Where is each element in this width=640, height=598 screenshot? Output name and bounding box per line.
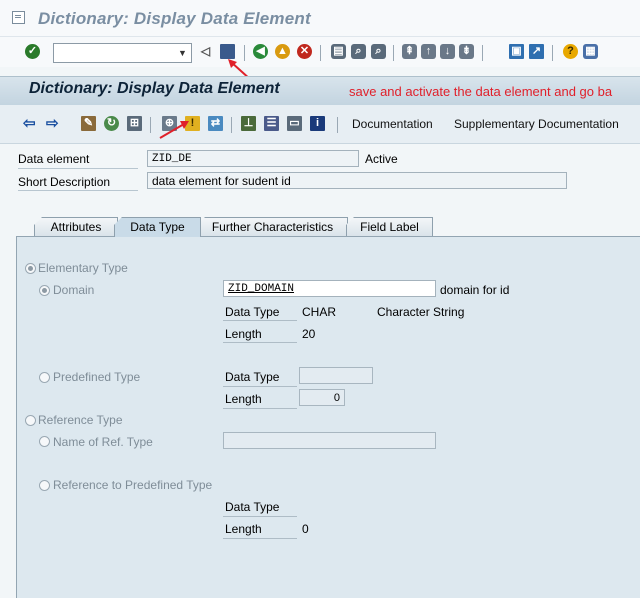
hierarchy-icon[interactable]: ⊥ [241, 116, 256, 131]
predefined-length-field[interactable]: 0 [299, 389, 345, 406]
predefined-type-label: Predefined Type [53, 370, 141, 384]
menu-icon[interactable] [12, 11, 25, 24]
back-triangle-icon[interactable]: ◁ [198, 44, 213, 59]
supplementary-documentation-button[interactable]: Supplementary Documentation [454, 117, 619, 131]
toolbar-separator [150, 117, 151, 133]
annotation-arrow-activate [159, 121, 189, 139]
exit-icon[interactable]: ▲ [275, 44, 290, 59]
back-icon[interactable]: ◀ [253, 44, 268, 59]
window-title: Dictionary: Display Data Element [38, 9, 311, 28]
ref-length-label: Length [225, 522, 262, 536]
page-title: Dictionary: Display Data Element [29, 80, 280, 97]
toolbar-separator [393, 45, 394, 61]
where-used-list-icon[interactable]: ⇄ [208, 116, 223, 131]
reference-type-label: Reference Type [38, 413, 123, 427]
tab-further-characteristics[interactable]: Further Characteristics [197, 217, 348, 237]
elementary-type-radio[interactable] [25, 263, 36, 274]
tab-data-type[interactable]: Data Type [114, 217, 201, 237]
domain-label: Domain [53, 283, 95, 297]
domain-radio[interactable] [39, 285, 50, 296]
ref-data-type-label: Data Type [225, 500, 280, 514]
data-type-label: Data Type [225, 305, 280, 319]
toolbar-separator [552, 45, 553, 61]
find-icon[interactable]: ⌕ [351, 44, 366, 59]
elementary-type-label: Elementary Type [38, 261, 128, 275]
ref-predefined-radio[interactable] [39, 480, 50, 491]
next-object-icon[interactable]: ⇨ [46, 114, 59, 132]
help-icon[interactable]: ? [563, 44, 578, 59]
save-icon[interactable] [220, 44, 235, 59]
ref-predefined-label: Reference to Predefined Type [53, 478, 213, 492]
data-element-field[interactable]: ZID_DE [147, 150, 359, 167]
tab-attributes[interactable]: Attributes [34, 217, 118, 237]
status-text: Active [365, 152, 398, 166]
command-field[interactable] [53, 43, 192, 63]
check-icon[interactable]: ⊞ [127, 116, 142, 131]
toolbar-separator [337, 117, 338, 133]
data-element-label: Data element [18, 152, 90, 166]
ref-type-name-label: Name of Ref. Type [53, 435, 153, 449]
chevron-down-icon[interactable]: ▼ [178, 48, 187, 58]
tab-field-label[interactable]: Field Label [346, 217, 433, 237]
previous-object-icon[interactable]: ⇦ [23, 114, 36, 132]
ref-type-name-field[interactable] [223, 432, 436, 449]
domain-field[interactable]: ZID_DOMAIN [223, 280, 436, 297]
customize-layout-icon[interactable]: ▦ [583, 44, 598, 59]
length-value: 20 [302, 327, 316, 341]
reference-type-radio[interactable] [25, 415, 36, 426]
ref-type-name-radio[interactable] [39, 436, 50, 447]
documentation-button[interactable]: Documentation [352, 117, 433, 131]
create-session-icon[interactable]: ▣ [509, 44, 524, 59]
predefined-type-radio[interactable] [39, 372, 50, 383]
cancel-icon[interactable]: ✕ [297, 44, 312, 59]
toolbar-separator [482, 45, 483, 61]
other-object-icon[interactable]: ↻ [104, 116, 119, 131]
predefined-data-type-label: Data Type [225, 370, 280, 384]
first-page-icon[interactable]: ⇞ [402, 44, 417, 59]
next-page-icon[interactable]: ↓ [440, 44, 455, 59]
annotation-text: save and activate the data element and g… [349, 84, 613, 99]
data-type-value: CHAR [302, 305, 337, 319]
short-description-field[interactable]: data element for sudent id [147, 172, 567, 189]
shortcut-icon[interactable]: ↗ [529, 44, 544, 59]
data-type-description: Character String [377, 305, 465, 319]
display-object-icon[interactable]: ▭ [287, 116, 302, 131]
length-label: Length [225, 327, 262, 341]
predefined-length-label: Length [225, 392, 262, 406]
display-change-icon[interactable]: ✎ [81, 116, 96, 131]
last-page-icon[interactable]: ⇟ [459, 44, 474, 59]
predefined-data-type-field[interactable] [299, 367, 373, 384]
object-list-icon[interactable]: ☰ [264, 116, 279, 131]
find-next-icon[interactable]: ⌕ [371, 44, 386, 59]
print-icon[interactable]: ▤ [331, 44, 346, 59]
info-icon[interactable]: i [310, 116, 325, 131]
ref-length-value: 0 [302, 522, 309, 536]
toolbar-separator [320, 45, 321, 61]
previous-page-icon[interactable]: ↑ [421, 44, 436, 59]
toolbar-separator [231, 117, 232, 133]
enter-icon[interactable]: ✓ [25, 44, 40, 59]
domain-description: domain for id [440, 283, 510, 297]
short-description-label: Short Description [18, 175, 111, 189]
